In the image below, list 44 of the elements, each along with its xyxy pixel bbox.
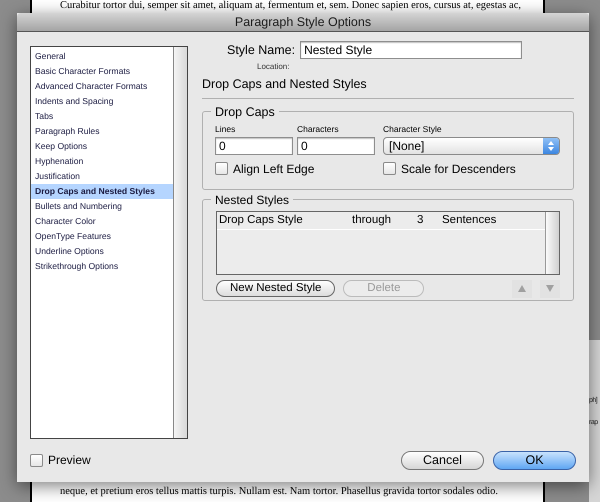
character-style-dropdown[interactable]: [None] — [383, 136, 560, 154]
sidebar-item[interactable]: Hyphenation — [31, 154, 173, 169]
checkbox[interactable] — [215, 162, 228, 175]
document-text: Curabitur tortor dui, semper sit amet, aliquam at, fermentum et, sem. Donec sapien eros, cursus at, egestas ac, — [60, 0, 521, 11]
sidebar-item[interactable]: Tabs — [31, 109, 173, 124]
scrollbar — [545, 212, 559, 274]
checkbox[interactable] — [383, 162, 396, 175]
sidebar-item[interactable]: OpenType Features — [31, 229, 173, 244]
list-cell-text: Drop Caps Style — [218, 212, 304, 228]
style-name-field[interactable]: Nested Style — [300, 41, 522, 60]
new-nested-style-button[interactable]: New Nested Style — [216, 280, 336, 298]
checkbox-label: Preview — [48, 452, 91, 469]
sidebar-item[interactable]: Strikethrough Options — [31, 259, 173, 274]
sidebar-item[interactable]: Character Color — [31, 214, 173, 229]
list-cell-text: Sentences — [442, 212, 496, 228]
location-label: Location: — [256, 62, 290, 72]
field-label: Lines — [215, 122, 236, 136]
sidebar-item[interactable]: General — [31, 49, 173, 64]
sidebar-item[interactable]: Underline Options — [31, 244, 173, 259]
field-label: Characters — [297, 122, 340, 136]
style-name-label: Style Name: — [227, 42, 296, 59]
sidebar-item[interactable]: Basic Character Formats — [31, 64, 173, 79]
sidebar-item[interactable]: Keep Options — [31, 139, 173, 154]
stepper-icon — [543, 138, 559, 154]
list-cell-text: 3 — [417, 212, 424, 228]
window-title: Paragraph Style Options — [234, 14, 372, 31]
sidebar-item[interactable]: Drop Caps and Nested Styles — [31, 184, 173, 199]
list-row[interactable]: Drop Caps Style through 3 Sentences — [217, 212, 545, 230]
sidebar-item[interactable]: Indents and Spacing — [31, 94, 173, 109]
document-text: neque, et pretium eros tellus mattis turpis. Nullam est. Nam tortor. Phasellus gravida tortor sodales odio. — [60, 486, 498, 497]
cancel-button[interactable]: Cancel — [401, 450, 484, 470]
checkbox-label: Scale for Descenders — [401, 160, 516, 178]
checkbox-label: Align Left Edge — [233, 160, 314, 178]
sidebar-item[interactable]: Bullets and Numbering — [31, 199, 173, 214]
checkbox[interactable] — [30, 454, 43, 466]
sidebar-item[interactable]: Advanced Character Formats — [31, 79, 173, 94]
ok-button[interactable]: OK — [493, 450, 576, 470]
sidebar-item[interactable]: Justification — [31, 169, 173, 184]
section-title: Drop Caps and Nested Styles — [202, 76, 367, 91]
lines-field[interactable]: 0 — [215, 136, 293, 154]
field-label: Character Style — [383, 122, 443, 136]
list-cell-text: through — [352, 212, 392, 228]
characters-field[interactable]: 0 — [297, 136, 375, 154]
sidebar-item[interactable]: Paragraph Rules — [31, 124, 173, 139]
